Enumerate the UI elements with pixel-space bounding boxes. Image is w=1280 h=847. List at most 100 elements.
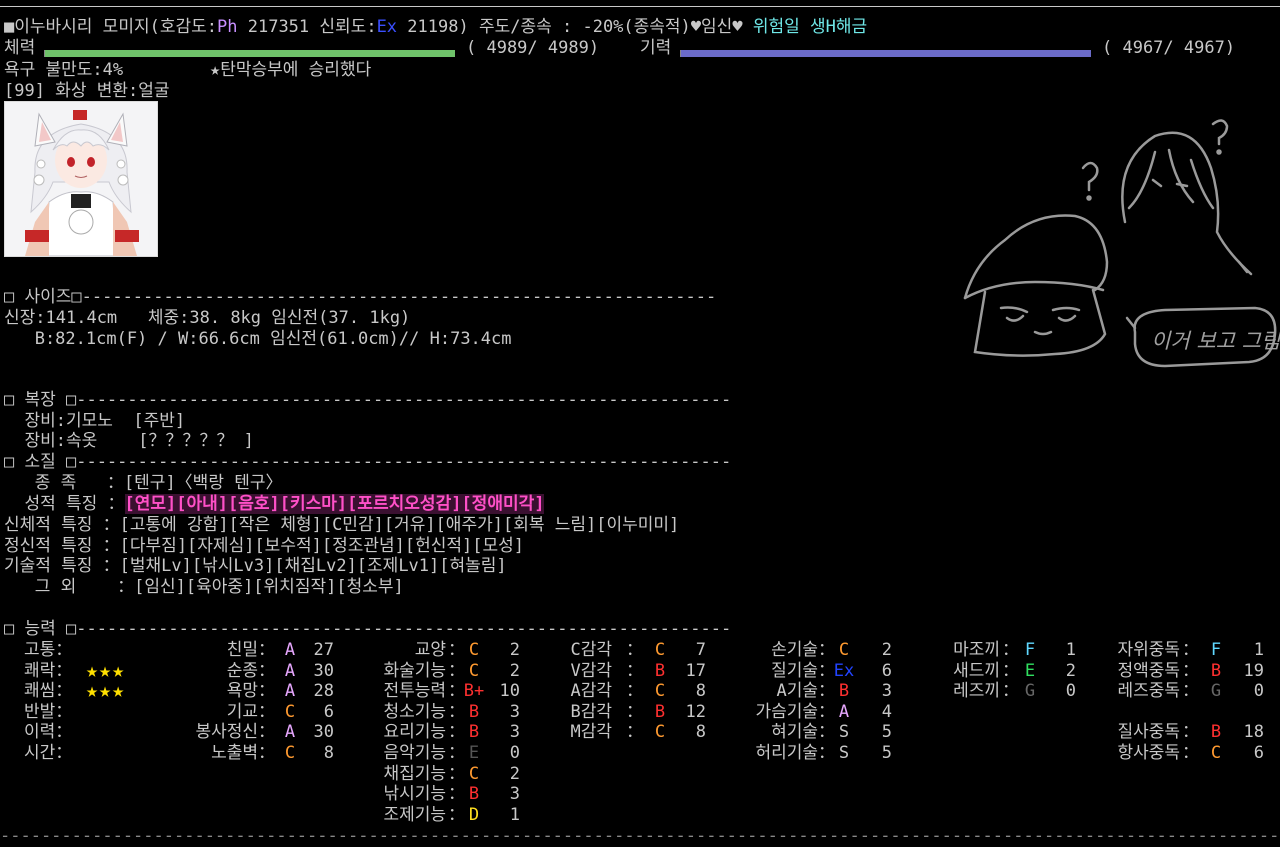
- ability-col4-label: A기술: [776, 681, 818, 702]
- ability-col2-value: 1: [509, 804, 520, 825]
- sketch-note: 이거 보고 그림: [1151, 329, 1280, 353]
- ability-col2-label: 청소기능: [383, 701, 446, 722]
- trait-race: 종 족 ：[텐구]〈백랑 텐구〉: [4, 473, 283, 494]
- sp-bar-fill: [681, 50, 1091, 57]
- trait-skill: 기술적 특징 ：[벌채Lv][낚시Lv3][채집Lv2][조제Lv1][혀놀림]: [4, 556, 507, 577]
- ability-col4-label: 혀기술: [771, 722, 818, 743]
- ability-col3-grade: C: [654, 722, 666, 743]
- ability-col1-colon: ：: [258, 660, 275, 681]
- trait-body-label: 신체적 특징 ：: [4, 515, 120, 535]
- ability-col2-grade: B: [468, 701, 480, 722]
- ability-col1-grade: C: [284, 743, 296, 763]
- trait-body-value: [고통에 강함][작은 체형][C민감][거유][애주가][회복 느림][이누미…: [119, 515, 680, 535]
- ability-col2-grade: B+: [463, 681, 485, 702]
- ability-left-label: 반발：: [24, 701, 73, 722]
- ability-col3-colon: ：: [626, 640, 643, 660]
- ability-col6-colon: ：: [1182, 640, 1199, 660]
- ability-col1-label: 친밀: [226, 640, 258, 660]
- ability-col6-value: 1: [1253, 640, 1264, 660]
- pregnant-status: ♥임신♥: [690, 17, 743, 37]
- ability-col4-value: 4: [881, 701, 892, 722]
- ability-col3-colon: ：: [626, 660, 643, 681]
- ability-col3-value: 12: [685, 701, 706, 722]
- bullet-icon: ■: [4, 17, 15, 37]
- ability-col1-label: 봉사정신: [195, 722, 258, 743]
- trait-mental: 정신적 특징 ：[다부짐][자제심][보수적][정조관념][헌신적][모성]: [4, 536, 524, 557]
- ability-col6-label: 레즈중독: [1117, 681, 1180, 702]
- ability-col6-grade: G: [1210, 681, 1222, 702]
- ability-left-label: 쾌락：: [24, 660, 73, 681]
- ability-col3-label: M감각: [570, 722, 612, 743]
- ability-col4-label: 허리기술: [755, 743, 818, 763]
- ability-col5-label: 새드끼: [953, 660, 1000, 681]
- ability-left-label: 시간：: [24, 743, 73, 763]
- trust-grade: Ex: [376, 17, 398, 37]
- ability-col6-grade: C: [1210, 743, 1222, 763]
- ability-stars: ★★★: [86, 678, 126, 703]
- portrait-art: [5, 102, 157, 256]
- ability-col6-colon: ：: [1182, 681, 1199, 702]
- ability-col1-label: 기교: [226, 701, 258, 722]
- size-line-2: B:82.1cm(F) / W:66.6cm 임신전(61.0cm)// H:7…: [4, 329, 512, 349]
- hp-bar-track: [44, 50, 455, 57]
- ability-col2-value: 2: [509, 660, 520, 681]
- ability-col1-value: 28: [313, 681, 334, 702]
- abilities-header: □ 능력 □----------------------------------…: [4, 619, 732, 639]
- ability-left-label: 고통：: [24, 640, 73, 660]
- ability-col4-label: 질기술: [771, 660, 818, 681]
- ability-col2-grade: E: [468, 743, 480, 763]
- ability-col1-grade: A: [284, 660, 296, 681]
- ability-col4-grade: Ex: [833, 660, 855, 681]
- ability-col6-label: 자위중독: [1117, 640, 1180, 660]
- ability-col2-label: 조제기능: [383, 804, 446, 825]
- ability-col6-colon: ：: [1182, 722, 1199, 743]
- ability-col4-value: 5: [881, 722, 892, 743]
- ability-col2-value: 10: [499, 681, 520, 702]
- affection-label: (호감도:: [149, 17, 217, 37]
- trait-other-label: 그 외 ：: [4, 577, 135, 597]
- ability-col4-value: 2: [881, 640, 892, 660]
- ability-col3-value: 8: [695, 722, 706, 743]
- sp-bar-track: [680, 50, 1091, 57]
- ability-col2-value: 3: [509, 722, 520, 743]
- ability-col3-value: 8: [695, 681, 706, 702]
- header-line: ■이누바시리 모미지(호감도:Ph 217351 신뢰도:Ex 21198) 주…: [4, 17, 867, 38]
- ability-col3-label: V감각: [570, 660, 612, 681]
- ability-col2-value: 0: [509, 743, 520, 763]
- doodle-sketch: 이거 보고 그림: [955, 112, 1280, 382]
- ability-col5-grade: E: [1024, 660, 1036, 681]
- ability-col2-label: 낚시기능: [383, 784, 446, 805]
- ability-col1-colon: ：: [258, 743, 275, 763]
- ability-col1-value: 8: [323, 743, 334, 763]
- ability-col4-grade: A: [838, 701, 850, 722]
- trait-race-value: [텐구]〈백랑 텐구〉: [123, 473, 283, 493]
- ability-col4-grade: C: [838, 640, 850, 660]
- ability-col5-grade: G: [1024, 681, 1036, 702]
- trust-label: 신뢰도:: [319, 17, 377, 37]
- ability-col1-colon: ：: [258, 701, 275, 722]
- doodle-art: 이거 보고 그림: [963, 119, 1280, 368]
- ability-col2-label: 화술기능: [383, 660, 446, 681]
- ability-col4-value: 3: [881, 681, 892, 702]
- hp-bar-fill: [45, 50, 455, 57]
- traits-header: □ 소질 □----------------------------------…: [4, 452, 732, 472]
- ability-col2-grade: B: [468, 722, 480, 743]
- ability-col1-colon: ：: [258, 722, 275, 743]
- ability-col2-label: 교양: [414, 640, 446, 660]
- ability-col4-label: 손기술: [771, 640, 818, 660]
- ability-col2-grade: D: [468, 804, 480, 825]
- ability-col1-grade: A: [284, 640, 296, 660]
- trait-race-label: 종 족 ：: [4, 473, 124, 493]
- ability-col6-grade: B: [1210, 660, 1222, 681]
- ability-col3-grade: C: [654, 681, 666, 702]
- character-name: 이누바시리 모미지: [14, 17, 150, 37]
- ability-col2-label: 요리기능: [383, 722, 446, 743]
- ability-col5-label: 레즈끼: [953, 681, 1000, 702]
- ability-col6-grade: F: [1210, 640, 1222, 660]
- ability-col6-label: 항사중독: [1117, 743, 1180, 763]
- ability-col2-label: 전투능력: [383, 681, 446, 702]
- trait-other-value: [임신][육아중][위치짐작][청소부]: [134, 577, 404, 597]
- lead-status: 주도/종속 : -20%(종속적): [478, 17, 691, 37]
- hp-label: 체력: [4, 38, 36, 58]
- ability-col4-grade: S: [838, 743, 850, 763]
